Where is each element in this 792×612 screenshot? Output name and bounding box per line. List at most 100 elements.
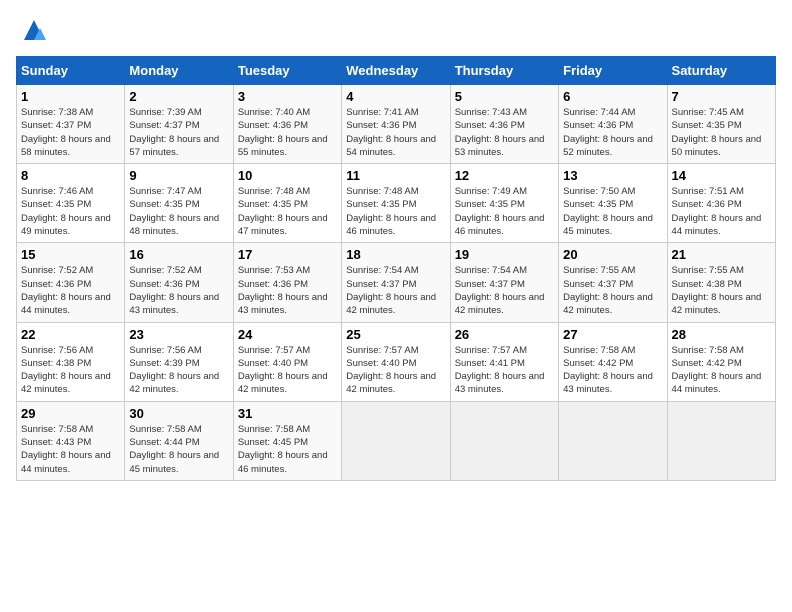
- day-number: 26: [455, 327, 554, 342]
- day-info: Sunrise: 7:51 AMSunset: 4:36 PMDaylight:…: [672, 185, 771, 238]
- day-number: 7: [672, 89, 771, 104]
- header-day-wednesday: Wednesday: [342, 57, 450, 85]
- day-info: Sunrise: 7:46 AMSunset: 4:35 PMDaylight:…: [21, 185, 120, 238]
- week-row-1: 1 Sunrise: 7:38 AMSunset: 4:37 PMDaylight…: [17, 85, 776, 164]
- day-cell: 9 Sunrise: 7:47 AMSunset: 4:35 PMDaylight…: [125, 164, 233, 243]
- day-info: Sunrise: 7:52 AMSunset: 4:36 PMDaylight:…: [129, 264, 228, 317]
- day-cell: 13Sunrise: 7:50 AMSunset: 4:35 PMDayligh…: [559, 164, 667, 243]
- day-cell: [450, 401, 558, 480]
- day-number: 27: [563, 327, 662, 342]
- day-number: 3: [238, 89, 337, 104]
- day-cell: [342, 401, 450, 480]
- day-info: Sunrise: 7:39 AMSunset: 4:37 PMDaylight:…: [129, 106, 228, 159]
- day-number: 20: [563, 247, 662, 262]
- day-info: Sunrise: 7:40 AMSunset: 4:36 PMDaylight:…: [238, 106, 337, 159]
- day-cell: 21 Sunrise: 7:55 AMSunset: 4:38 PMDayligh…: [667, 243, 775, 322]
- day-cell: 16 Sunrise: 7:52 AMSunset: 4:36 PMDayligh…: [125, 243, 233, 322]
- day-cell: 4 Sunrise: 7:41 AMSunset: 4:36 PMDaylight…: [342, 85, 450, 164]
- day-info: Sunrise: 7:41 AMSunset: 4:36 PMDaylight:…: [346, 106, 445, 159]
- day-cell: 28Sunrise: 7:58 AMSunset: 4:42 PMDayligh…: [667, 322, 775, 401]
- day-info: Sunrise: 7:50 AMSunset: 4:35 PMDaylight:…: [563, 185, 662, 238]
- day-cell: 23 Sunrise: 7:56 AMSunset: 4:39 PMDayligh…: [125, 322, 233, 401]
- day-number: 21: [672, 247, 771, 262]
- day-cell: 11 Sunrise: 7:48 AMSunset: 4:35 PMDayligh…: [342, 164, 450, 243]
- day-number: 23: [129, 327, 228, 342]
- day-cell: 29Sunrise: 7:58 AMSunset: 4:43 PMDayligh…: [17, 401, 125, 480]
- day-info: Sunrise: 7:49 AMSunset: 4:35 PMDaylight:…: [455, 185, 554, 238]
- day-number: 22: [21, 327, 120, 342]
- day-info: Sunrise: 7:58 AMSunset: 4:44 PMDaylight:…: [129, 423, 228, 476]
- day-cell: 20Sunrise: 7:55 AMSunset: 4:37 PMDayligh…: [559, 243, 667, 322]
- day-cell: 14 Sunrise: 7:51 AMSunset: 4:36 PMDayligh…: [667, 164, 775, 243]
- day-cell: 2 Sunrise: 7:39 AMSunset: 4:37 PMDaylight…: [125, 85, 233, 164]
- day-number: 24: [238, 327, 337, 342]
- day-cell: 24 Sunrise: 7:57 AMSunset: 4:40 PMDayligh…: [233, 322, 341, 401]
- day-number: 11: [346, 168, 445, 183]
- day-info: Sunrise: 7:54 AMSunset: 4:37 PMDaylight:…: [346, 264, 445, 317]
- day-number: 16: [129, 247, 228, 262]
- day-number: 1: [21, 89, 120, 104]
- day-number: 25: [346, 327, 445, 342]
- day-number: 30: [129, 406, 228, 421]
- day-number: 14: [672, 168, 771, 183]
- day-info: Sunrise: 7:52 AMSunset: 4:36 PMDaylight:…: [21, 264, 120, 317]
- day-cell: 12 Sunrise: 7:49 AMSunset: 4:35 PMDayligh…: [450, 164, 558, 243]
- day-number: 10: [238, 168, 337, 183]
- day-info: Sunrise: 7:58 AMSunset: 4:42 PMDaylight:…: [563, 344, 662, 397]
- day-number: 18: [346, 247, 445, 262]
- day-info: Sunrise: 7:58 AMSunset: 4:43 PMDaylight:…: [21, 423, 120, 476]
- calendar-table: SundayMondayTuesdayWednesdayThursdayFrid…: [16, 56, 776, 481]
- day-info: Sunrise: 7:58 AMSunset: 4:45 PMDaylight:…: [238, 423, 337, 476]
- logo: [16, 16, 48, 44]
- day-number: 28: [672, 327, 771, 342]
- day-info: Sunrise: 7:57 AMSunset: 4:40 PMDaylight:…: [238, 344, 337, 397]
- day-info: Sunrise: 7:56 AMSunset: 4:39 PMDaylight:…: [129, 344, 228, 397]
- day-number: 8: [21, 168, 120, 183]
- header-row: SundayMondayTuesdayWednesdayThursdayFrid…: [17, 57, 776, 85]
- day-info: Sunrise: 7:47 AMSunset: 4:35 PMDaylight:…: [129, 185, 228, 238]
- header-day-tuesday: Tuesday: [233, 57, 341, 85]
- day-cell: 31 Sunrise: 7:58 AMSunset: 4:45 PMDayligh…: [233, 401, 341, 480]
- day-info: Sunrise: 7:53 AMSunset: 4:36 PMDaylight:…: [238, 264, 337, 317]
- day-cell: 5 Sunrise: 7:43 AMSunset: 4:36 PMDaylight…: [450, 85, 558, 164]
- day-cell: 18 Sunrise: 7:54 AMSunset: 4:37 PMDayligh…: [342, 243, 450, 322]
- logo-icon: [20, 16, 48, 44]
- header-day-monday: Monday: [125, 57, 233, 85]
- day-info: Sunrise: 7:57 AMSunset: 4:40 PMDaylight:…: [346, 344, 445, 397]
- day-info: Sunrise: 7:48 AMSunset: 4:35 PMDaylight:…: [238, 185, 337, 238]
- day-info: Sunrise: 7:38 AMSunset: 4:37 PMDaylight:…: [21, 106, 120, 159]
- day-cell: 27 Sunrise: 7:58 AMSunset: 4:42 PMDayligh…: [559, 322, 667, 401]
- week-row-5: 29Sunrise: 7:58 AMSunset: 4:43 PMDayligh…: [17, 401, 776, 480]
- day-cell: 15 Sunrise: 7:52 AMSunset: 4:36 PMDayligh…: [17, 243, 125, 322]
- day-info: Sunrise: 7:44 AMSunset: 4:36 PMDaylight:…: [563, 106, 662, 159]
- day-cell: 25 Sunrise: 7:57 AMSunset: 4:40 PMDayligh…: [342, 322, 450, 401]
- day-number: 9: [129, 168, 228, 183]
- header-day-saturday: Saturday: [667, 57, 775, 85]
- day-cell: 7 Sunrise: 7:45 AMSunset: 4:35 PMDaylight…: [667, 85, 775, 164]
- day-info: Sunrise: 7:54 AMSunset: 4:37 PMDaylight:…: [455, 264, 554, 317]
- day-info: Sunrise: 7:45 AMSunset: 4:35 PMDaylight:…: [672, 106, 771, 159]
- day-number: 5: [455, 89, 554, 104]
- day-info: Sunrise: 7:43 AMSunset: 4:36 PMDaylight:…: [455, 106, 554, 159]
- day-number: 2: [129, 89, 228, 104]
- day-cell: 1 Sunrise: 7:38 AMSunset: 4:37 PMDaylight…: [17, 85, 125, 164]
- day-info: Sunrise: 7:57 AMSunset: 4:41 PMDaylight:…: [455, 344, 554, 397]
- day-cell: 10 Sunrise: 7:48 AMSunset: 4:35 PMDayligh…: [233, 164, 341, 243]
- day-cell: [667, 401, 775, 480]
- week-row-4: 22 Sunrise: 7:56 AMSunset: 4:38 PMDayligh…: [17, 322, 776, 401]
- day-info: Sunrise: 7:48 AMSunset: 4:35 PMDaylight:…: [346, 185, 445, 238]
- day-cell: 3 Sunrise: 7:40 AMSunset: 4:36 PMDaylight…: [233, 85, 341, 164]
- day-cell: 6Sunrise: 7:44 AMSunset: 4:36 PMDaylight…: [559, 85, 667, 164]
- day-number: 4: [346, 89, 445, 104]
- day-cell: 8 Sunrise: 7:46 AMSunset: 4:35 PMDaylight…: [17, 164, 125, 243]
- day-info: Sunrise: 7:56 AMSunset: 4:38 PMDaylight:…: [21, 344, 120, 397]
- day-cell: 17 Sunrise: 7:53 AMSunset: 4:36 PMDayligh…: [233, 243, 341, 322]
- day-number: 17: [238, 247, 337, 262]
- day-info: Sunrise: 7:55 AMSunset: 4:38 PMDaylight:…: [672, 264, 771, 317]
- day-cell: 26 Sunrise: 7:57 AMSunset: 4:41 PMDayligh…: [450, 322, 558, 401]
- day-number: 15: [21, 247, 120, 262]
- page-header: [16, 16, 776, 44]
- week-row-2: 8 Sunrise: 7:46 AMSunset: 4:35 PMDaylight…: [17, 164, 776, 243]
- day-number: 31: [238, 406, 337, 421]
- day-number: 12: [455, 168, 554, 183]
